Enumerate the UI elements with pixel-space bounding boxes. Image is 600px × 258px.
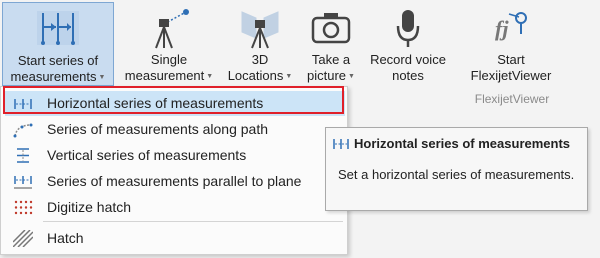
- single-measurement-line2: measurement: [124, 68, 205, 83]
- record-voice-notes-line2: notes: [392, 68, 424, 83]
- 3d-locations-line1: 3D: [251, 52, 269, 67]
- menu-item-label: Vertical series of measurements: [47, 147, 247, 163]
- 3d-locations-icon: [238, 8, 282, 55]
- start-flexijetviewer-line2: FlexijetViewer: [470, 68, 552, 83]
- horizontal-series-icon: [332, 137, 350, 156]
- single-measurement-line1: Single: [150, 52, 188, 67]
- ribbon-toolbar: Start series of measurements ▼ Single mea…: [0, 0, 600, 106]
- chevron-down-icon: ▼: [285, 72, 293, 80]
- menu-item-hatch[interactable]: Hatch: [5, 226, 345, 251]
- 3d-locations-button[interactable]: 3D Locations ▼: [222, 2, 298, 86]
- single-measurement-label: Single measurement ▼: [116, 52, 222, 85]
- menu-item-label: Digitize hatch: [47, 199, 132, 215]
- record-voice-notes-button[interactable]: Record voice notes: [364, 2, 452, 86]
- start-series-label: Start series of measurements ▼: [3, 53, 113, 86]
- microphone-icon: [393, 8, 423, 55]
- vertical-series-icon: [13, 147, 33, 164]
- start-series-button[interactable]: Start series of measurements ▼: [2, 2, 114, 86]
- take-picture-line2: picture: [307, 68, 347, 83]
- hatch-icon: [12, 229, 34, 248]
- chevron-down-icon: ▼: [206, 72, 214, 80]
- take-picture-button[interactable]: Take a picture ▼: [298, 2, 364, 86]
- path-series-icon: [13, 121, 33, 138]
- start-flexijetviewer-label: Start FlexijetViewer: [456, 52, 566, 84]
- chevron-down-icon: ▼: [98, 73, 106, 81]
- single-measurement-button[interactable]: Single measurement ▼: [116, 2, 222, 86]
- start-series-line2: measurements: [10, 69, 97, 84]
- parallel-plane-icon: [13, 173, 33, 190]
- svg-text:fj: fj: [495, 16, 509, 41]
- menu-item-vertical-series[interactable]: Vertical series of measurements: [5, 143, 345, 168]
- camera-icon: [310, 8, 352, 53]
- start-flexijetviewer-line1: Start: [497, 52, 525, 67]
- record-voice-notes-line1: Record voice: [370, 52, 446, 67]
- take-picture-line1: Take a: [311, 52, 351, 67]
- flexijet-viewer-icon: fj: [489, 8, 533, 53]
- tooltip: Horizontal series of measurements Set a …: [325, 127, 588, 211]
- menu-item-label: Hatch: [47, 230, 84, 246]
- menu-item-label: Horizontal series of measurements: [47, 95, 264, 111]
- ribbon-group-label: FlexijetViewer: [474, 92, 550, 106]
- series-dropdown-menu: Horizontal series of measurements Series…: [0, 86, 348, 255]
- total-station-icon: [146, 8, 192, 55]
- menu-item-digitize-hatch[interactable]: Digitize hatch: [5, 195, 345, 220]
- start-flexijetviewer-button[interactable]: fj Start FlexijetViewer: [456, 2, 566, 86]
- 3d-locations-line2: Locations: [227, 68, 284, 83]
- take-picture-label: Take a picture ▼: [298, 52, 364, 85]
- menu-item-parallel-plane-series[interactable]: Series of measurements parallel to plane: [5, 169, 345, 194]
- start-series-line1: Start series of: [17, 53, 99, 68]
- menu-separator: [43, 221, 343, 222]
- 3d-locations-label: 3D Locations ▼: [222, 52, 298, 85]
- digitize-hatch-icon: [13, 199, 33, 216]
- menu-item-path-series[interactable]: Series of measurements along path: [5, 117, 345, 142]
- record-voice-notes-label: Record voice notes: [364, 52, 452, 84]
- series-measure-icon: [35, 9, 81, 54]
- menu-item-horizontal-series[interactable]: Horizontal series of measurements: [5, 91, 345, 116]
- menu-item-label: Series of measurements parallel to plane: [47, 173, 302, 189]
- horizontal-series-icon: [13, 95, 33, 112]
- chevron-down-icon: ▼: [348, 72, 355, 80]
- tooltip-body: Set a horizontal series of measurements.: [338, 167, 575, 182]
- tooltip-title: Horizontal series of measurements: [354, 136, 571, 151]
- menu-item-label: Series of measurements along path: [47, 121, 269, 137]
